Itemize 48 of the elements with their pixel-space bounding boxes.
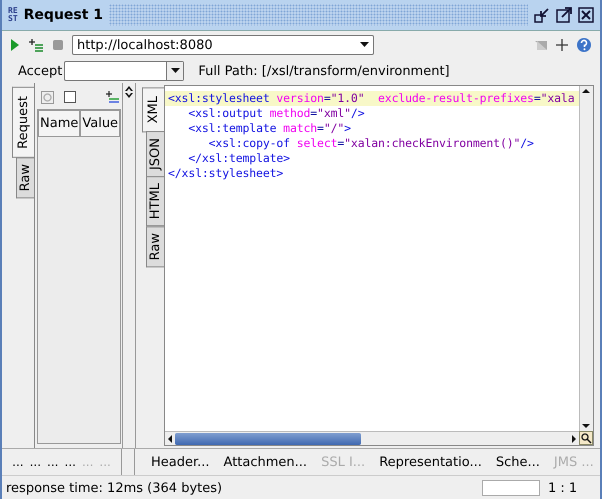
side-tab[interactable]: XML (142, 87, 164, 132)
checkbox-icon[interactable] (64, 91, 76, 103)
side-tab[interactable]: Raw (146, 226, 164, 267)
caret-icon (170, 68, 180, 74)
bottom-tab[interactable]: ... (12, 455, 24, 469)
side-tab[interactable]: JSON (146, 131, 164, 178)
full-path-text: Full Path: [/xsl/transform/environment] (198, 64, 450, 78)
column-header[interactable]: Name (38, 110, 80, 137)
side-tab[interactable]: HTML (146, 176, 164, 227)
progress-box (482, 480, 540, 496)
help-icon[interactable] (576, 37, 592, 53)
column-header[interactable]: Value (80, 110, 120, 137)
status-text: response time: 12ms (364 bytes) (6, 480, 222, 496)
accept-dropdown[interactable] (64, 61, 184, 81)
bottom-tab[interactable]: Attachmen... (224, 454, 308, 470)
bottom-tab[interactable]: ... (47, 455, 58, 469)
zoom-icon[interactable] (579, 431, 593, 445)
maximize-icon[interactable] (556, 7, 572, 23)
horizontal-scrollbar[interactable] (165, 431, 579, 445)
accept-label: Accept (18, 64, 62, 78)
bottom-tab[interactable]: ... (30, 455, 42, 469)
vertical-scrollbar[interactable] (579, 86, 593, 431)
caret-icon (360, 42, 369, 48)
plus-icon[interactable] (556, 39, 568, 51)
side-tab[interactable]: Raw (16, 156, 34, 198)
minimize-icon[interactable] (534, 7, 550, 23)
arrow-right-icon[interactable] (569, 432, 579, 444)
arrow-up-icon[interactable] (580, 86, 592, 96)
code-line: <xsl:template match="/"> (187, 121, 352, 136)
collapse-arrows-icon[interactable] (125, 85, 133, 99)
bottom-tab[interactable]: Representatio... (379, 454, 482, 470)
url-dropdown[interactable]: http://localhost:8080 (72, 35, 374, 55)
arrow-down-icon[interactable] (580, 421, 592, 431)
code-line: </xsl:stylesheet> (167, 166, 284, 181)
add-list-icon[interactable] (28, 38, 44, 52)
code-line: </xsl:template> (187, 151, 291, 166)
add-list-icon[interactable] (105, 90, 120, 104)
window-title: Request 1 (24, 7, 104, 23)
bottom-tab[interactable]: Sche... (496, 454, 540, 470)
code-line: <xsl:output method="xml"/> (187, 106, 366, 121)
bottom-tab[interactable]: Header... (151, 454, 210, 470)
bottom-tab[interactable]: ... (64, 455, 76, 469)
code-line: <xsl:copy-of select="xalan:checkEnvironment()"/> (208, 136, 535, 151)
cursor-position: 1 : 1 (548, 480, 578, 496)
app-logo: RE ST (8, 7, 18, 23)
play-icon[interactable] (10, 38, 20, 52)
side-tab[interactable]: Request (12, 87, 34, 158)
close-icon[interactable] (578, 7, 594, 23)
